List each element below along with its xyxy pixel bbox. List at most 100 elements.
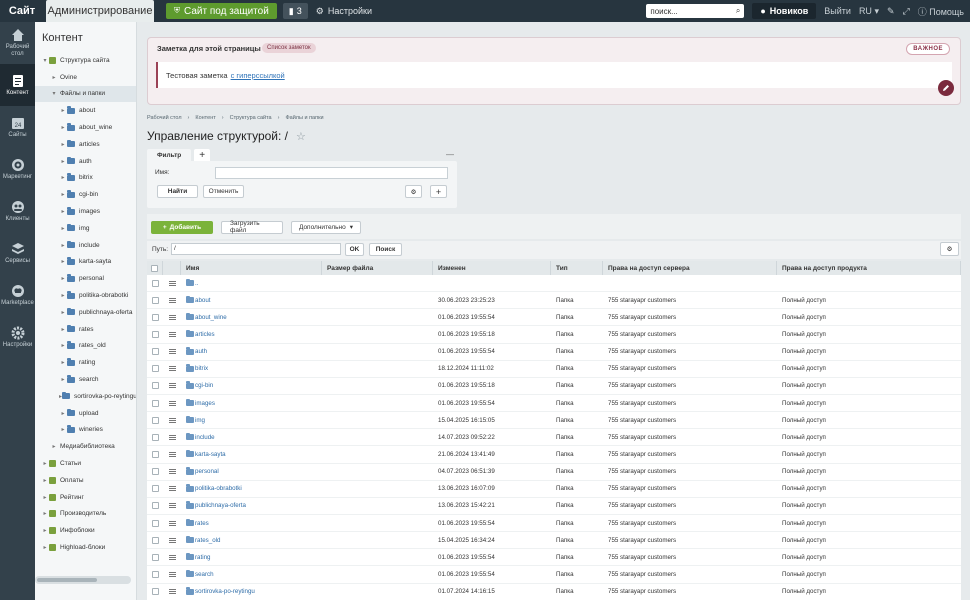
column-product-rights[interactable]: Права на доступ продукта	[777, 261, 961, 275]
column-name[interactable]: Имя	[181, 261, 322, 275]
chevron-right-icon[interactable]: ▸	[59, 158, 67, 165]
expand-icon[interactable]: ⤢	[903, 6, 910, 17]
sidebar-tree-item[interactable]: ▸ Инфоблоки	[35, 522, 136, 539]
chevron-right-icon[interactable]: ▸	[41, 494, 49, 501]
admin-tab[interactable]: Администрирование	[46, 0, 154, 22]
folder-name-link[interactable]: about_wine	[186, 312, 227, 321]
table-row[interactable]: karta-sayta 21.06.2024 13:41:49 Папка 755 s…	[147, 446, 961, 464]
folder-name-link[interactable]: search	[186, 569, 214, 578]
sidebar-tree-item[interactable]: ▸ auth	[35, 153, 136, 170]
row-menu-icon[interactable]	[163, 292, 181, 308]
table-row[interactable]: cgi-bin 01.06.2023 19:55:18 Папка 755 stara…	[147, 378, 961, 395]
sidebar-tree-item[interactable]: ▸ rating	[35, 354, 136, 371]
site-protected-button[interactable]: ⛨ Сайт под защитой	[166, 3, 277, 19]
sidebar-tree-item[interactable]: ▸ rates	[35, 321, 136, 338]
row-menu-icon[interactable]	[163, 515, 181, 531]
row-checkbox[interactable]	[147, 481, 163, 497]
find-button[interactable]: Найти	[157, 185, 198, 198]
row-checkbox[interactable]	[147, 292, 163, 308]
more-actions-button[interactable]: Дополнительно ▾	[291, 220, 361, 234]
table-row-up[interactable]: ..	[147, 275, 961, 293]
folder-name-link[interactable]: img	[186, 415, 205, 424]
table-row[interactable]: personal 04.07.2023 06:51:39 Папка 755 star…	[147, 464, 961, 481]
chevron-right-icon[interactable]: ▸	[59, 309, 67, 316]
chevron-right-icon[interactable]: ▸	[59, 376, 67, 383]
search-input[interactable]: поиск... ⌕	[646, 4, 745, 18]
row-menu-icon[interactable]	[163, 566, 181, 582]
row-checkbox[interactable]	[147, 361, 163, 377]
chevron-right-icon[interactable]: ▸	[41, 460, 49, 467]
user-button[interactable]: ● Новиков	[752, 3, 817, 19]
grid-settings-button[interactable]: ⚙	[940, 242, 959, 256]
chevron-right-icon[interactable]: ▸	[59, 342, 67, 349]
help-link[interactable]: ⓘ Помощь	[918, 5, 964, 18]
folder-name-link[interactable]: cgi-bin	[186, 381, 213, 389]
filter-minimize-button[interactable]: —	[446, 150, 454, 159]
folder-name-link[interactable]: rates_old	[186, 535, 220, 544]
sidebar-tree-item[interactable]: ▸ include	[35, 237, 136, 254]
column-modified[interactable]: Изменен	[433, 261, 551, 275]
row-checkbox[interactable]	[147, 515, 163, 531]
table-row[interactable]: auth 01.06.2023 19:55:54 Папка 755 starayap…	[147, 344, 961, 361]
breadcrumb-content[interactable]: Контент	[195, 115, 215, 121]
path-ok-button[interactable]: OK	[345, 243, 364, 256]
chevron-down-icon[interactable]: ▾	[50, 90, 58, 97]
filter-settings-button[interactable]: ⚙	[405, 185, 422, 198]
row-menu-icon[interactable]	[163, 326, 181, 342]
table-row[interactable]: rates 01.06.2023 19:55:54 Папка 755 staraya…	[147, 515, 961, 533]
sidebar-tree-item[interactable]: ▸ personal	[35, 270, 136, 287]
path-input[interactable]: /	[171, 243, 341, 255]
table-row[interactable]: politika-obrabotki 13.06.2023 16:07:09 Пап…	[147, 481, 961, 498]
filter-name-input[interactable]	[215, 167, 448, 179]
path-search-button[interactable]: Поиск	[369, 243, 402, 256]
table-row[interactable]: about_wine 01.06.2023 19:55:54 Папка 755 st…	[147, 309, 961, 327]
nav-marketing[interactable]: Маркетинг	[0, 148, 35, 190]
row-checkbox[interactable]	[147, 326, 163, 342]
tab-filter[interactable]: Фильтр	[147, 149, 192, 161]
row-checkbox[interactable]	[147, 549, 163, 565]
table-row[interactable]: publichnaya-oferta 13.06.2023 15:42:21 Пап…	[147, 498, 961, 515]
language-select[interactable]: RU ▾	[859, 6, 879, 17]
chevron-right-icon[interactable]: ▸	[59, 225, 67, 232]
row-checkbox[interactable]	[147, 344, 163, 360]
sidebar-tree-item[interactable]: ▸ publichnaya-oferta	[35, 304, 136, 321]
site-tab[interactable]: Сайт	[0, 0, 44, 22]
chevron-right-icon[interactable]: ▸	[59, 174, 67, 181]
nav-content[interactable]: Контент	[0, 64, 35, 106]
folder-name-link[interactable]: publichnaya-oferta	[186, 501, 246, 509]
chevron-right-icon[interactable]: ▸	[41, 544, 49, 551]
add-button[interactable]: + Добавить	[151, 220, 213, 234]
chevron-right-icon[interactable]: ▸	[59, 191, 67, 198]
column-server-rights[interactable]: Права на доступ сервера	[603, 261, 777, 275]
sidebar-tree-item[interactable]: ▸ images	[35, 203, 136, 220]
table-row[interactable]: search 01.06.2023 19:55:54 Папка 755 staray…	[147, 566, 961, 584]
sidebar-tree-item[interactable]: ▸ Рейтинг	[35, 489, 136, 506]
sidebar-tree-item[interactable]: ▾ Файлы и папки	[35, 85, 136, 103]
column-type[interactable]: Тип	[551, 261, 603, 275]
note-hyperlink[interactable]: с гиперссылкой	[231, 71, 285, 80]
folder-name-link[interactable]: articles	[186, 329, 215, 338]
table-row[interactable]: img 15.04.2025 16:15:05 Папка 755 starayapr…	[147, 412, 961, 430]
row-menu-icon[interactable]	[163, 361, 181, 377]
nav-settings[interactable]: Настройки	[0, 316, 35, 358]
table-row[interactable]: images 01.06.2023 19:55:54 Папка 755 staray…	[147, 395, 961, 413]
folder-name-link[interactable]: rates	[186, 518, 209, 527]
chevron-right-icon[interactable]: ▸	[59, 326, 67, 333]
row-checkbox[interactable]	[147, 275, 163, 291]
row-checkbox[interactable]	[147, 309, 163, 325]
chevron-right-icon[interactable]: ▸	[59, 107, 67, 114]
note-edit-button[interactable]	[938, 80, 954, 96]
chevron-right-icon[interactable]: ▸	[59, 208, 67, 215]
folder-name-link[interactable]: bitrix	[186, 364, 208, 372]
row-menu-icon[interactable]	[163, 584, 181, 600]
folder-name-link[interactable]: rating	[186, 552, 210, 561]
sidebar-tree-item[interactable]: ▸ Highload-блоки	[35, 539, 136, 556]
row-menu-icon[interactable]	[163, 549, 181, 565]
star-icon[interactable]: ☆	[296, 130, 306, 143]
notes-list-button[interactable]: Список заметок	[262, 43, 316, 53]
chevron-right-icon[interactable]: ▸	[50, 443, 58, 450]
row-menu-icon[interactable]	[163, 344, 181, 360]
logout-link[interactable]: Выйти	[824, 6, 851, 16]
row-menu-icon[interactable]	[163, 378, 181, 394]
sidebar-tree-item[interactable]: ▸ articles	[35, 136, 136, 153]
